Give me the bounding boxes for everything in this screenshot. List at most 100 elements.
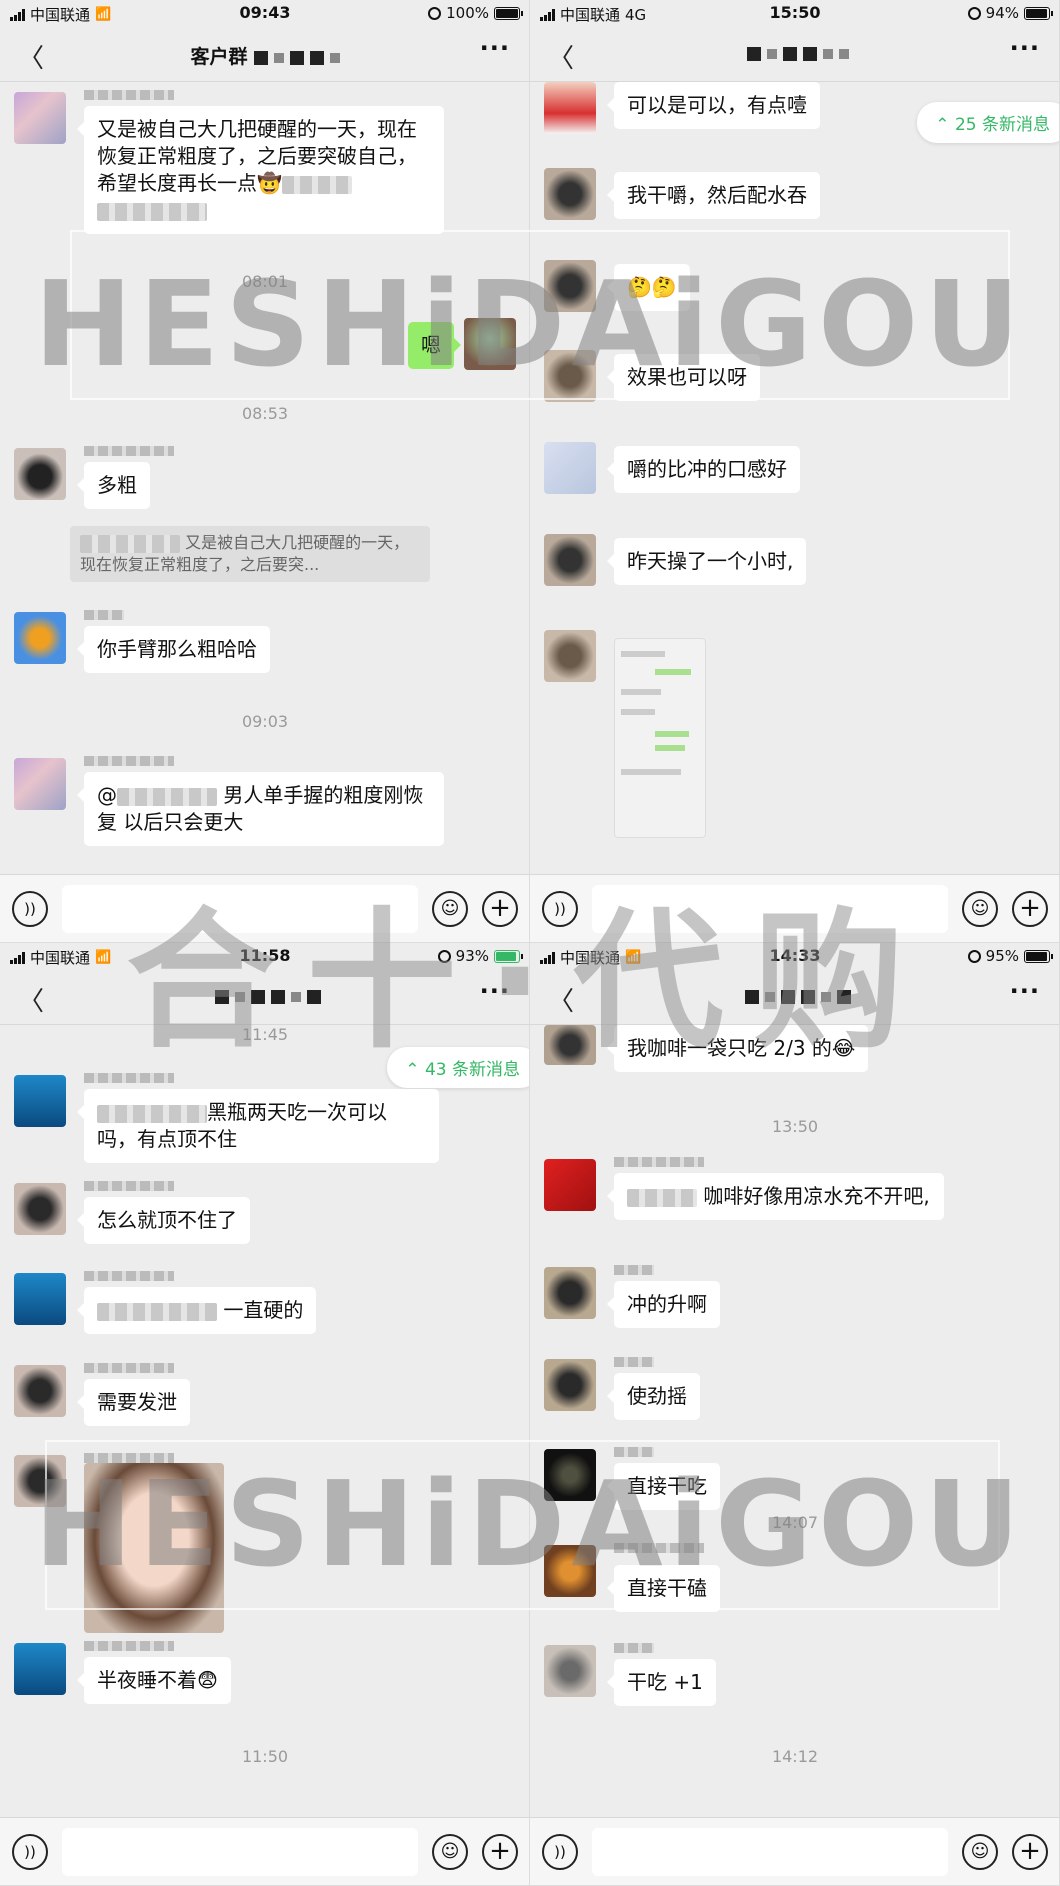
more-dots-icon[interactable]: ··· xyxy=(1010,977,1040,1005)
photo-image-message[interactable] xyxy=(84,1463,224,1633)
message-bubble[interactable]: 你手臂那么粗哈哈 xyxy=(77,626,270,673)
message-row: 咖啡好像用凉水充不开吧, xyxy=(544,1157,1046,1259)
message-bubble[interactable]: 怎么就顶不住了 xyxy=(77,1197,250,1244)
message-bubble-self[interactable]: 嗯 xyxy=(408,322,461,369)
more-dots-icon[interactable]: ··· xyxy=(480,977,510,1005)
avatar[interactable] xyxy=(14,1075,66,1127)
message-bubble[interactable]: @ 男人单手握的粗度刚恢复 以后只会更大 xyxy=(77,772,444,846)
status-bar: 中国联通 📶 11:58 93% xyxy=(0,943,529,971)
more-dots-icon[interactable]: ··· xyxy=(1010,34,1040,62)
avatar[interactable] xyxy=(544,630,596,682)
sender-name xyxy=(614,1265,654,1275)
avatar[interactable] xyxy=(544,1449,596,1501)
avatar[interactable] xyxy=(14,92,66,144)
plus-icon[interactable]: + xyxy=(1012,1834,1048,1870)
message-bubble[interactable]: 需要发泄 xyxy=(77,1379,190,1426)
avatar[interactable] xyxy=(544,168,596,220)
new-messages-badge[interactable]: ⌃ 25 条新消息 xyxy=(917,102,1059,143)
voice-icon[interactable]: )) xyxy=(12,1834,48,1870)
voice-icon[interactable]: )) xyxy=(542,1834,578,1870)
message-feed[interactable]: 11:45 ⌃ 43 条新消息 黑瓶两天吃一次可以吗，有点顶不住 怎么就顶不住了… xyxy=(0,1025,529,1818)
message-feed[interactable]: 可以是可以，有点噎 ⌃ 25 条新消息 我干嚼，然后配水吞 🤔🤔 效果也可以呀 … xyxy=(530,82,1059,875)
message-bubble[interactable]: 使劲摇 xyxy=(607,1373,700,1420)
avatar[interactable] xyxy=(14,1365,66,1417)
chat-header: 〈 ··· xyxy=(530,28,1059,82)
message-bubble[interactable]: 冲的升啊 xyxy=(607,1281,720,1328)
message-timestamp: 11:50 xyxy=(241,1747,289,1766)
message-bubble[interactable]: 半夜睡不着😨 xyxy=(77,1657,231,1704)
chat-header: 〈 ··· xyxy=(530,971,1059,1025)
battery-icon xyxy=(1024,6,1053,20)
message-feed[interactable]: 又是被自己大几把硬醒的一天，现在恢复正常粗度了，之后要突破自己，希望长度再长一点… xyxy=(0,82,529,875)
message-input[interactable] xyxy=(592,1828,948,1876)
message-bubble[interactable]: 咖啡好像用凉水充不开吧, xyxy=(607,1173,944,1220)
message-bubble[interactable]: 直接干吃 xyxy=(607,1463,720,1510)
message-bubble[interactable]: 多粗 xyxy=(77,462,150,509)
avatar[interactable] xyxy=(14,448,66,500)
message-bubble[interactable]: 又是被自己大几把硬醒的一天，现在恢复正常粗度了，之后要突破自己，希望长度再长一点… xyxy=(77,106,444,234)
chat-panel-top-right: 中国联通 4G 15:50 94% 〈 ··· 可以是可以，有点噎 ⌃ 25 条新… xyxy=(530,0,1060,943)
plus-icon[interactable]: + xyxy=(482,1834,518,1870)
chat-title xyxy=(0,985,529,1007)
battery-percent: 94% xyxy=(985,4,1019,22)
message-bubble[interactable]: 直接干磕 xyxy=(607,1565,720,1612)
avatar[interactable] xyxy=(14,1183,66,1235)
screenshot-image-message[interactable] xyxy=(614,638,706,838)
plus-icon[interactable]: + xyxy=(1012,891,1048,927)
message-bubble[interactable]: 我干嚼，然后配水吞 xyxy=(607,172,820,219)
emoji-icon[interactable]: ☺ xyxy=(962,891,998,927)
voice-icon[interactable]: )) xyxy=(12,891,48,927)
quoted-message[interactable]: 又是被自己大几把硬醒的一天，现在恢复正常粗度了，之后要突... xyxy=(70,526,430,582)
avatar[interactable] xyxy=(544,442,596,494)
avatar[interactable] xyxy=(14,1643,66,1695)
message-bubble[interactable]: 效果也可以呀 xyxy=(607,354,760,401)
emoji-icon[interactable]: ☺ xyxy=(432,891,468,927)
emoji-icon[interactable]: ☺ xyxy=(432,1834,468,1870)
avatar[interactable] xyxy=(544,1645,596,1697)
message-input[interactable] xyxy=(592,885,948,933)
more-dots-icon[interactable]: ··· xyxy=(480,34,510,62)
emoji-icon[interactable]: ☺ xyxy=(962,1834,998,1870)
avatar[interactable] xyxy=(544,1545,596,1597)
avatar[interactable] xyxy=(544,1267,596,1319)
message-timestamp: 13:50 xyxy=(771,1117,819,1136)
avatar[interactable] xyxy=(544,534,596,586)
message-timestamp: 14:12 xyxy=(771,1747,819,1766)
voice-icon[interactable]: )) xyxy=(542,891,578,927)
message-bubble[interactable]: 一直硬的 xyxy=(76,1287,317,1334)
avatar[interactable] xyxy=(544,1159,596,1211)
sender-name xyxy=(614,1357,654,1367)
sender-name xyxy=(84,1641,174,1651)
message-bubble[interactable]: 可以是可以，有点噎 xyxy=(607,82,820,129)
sender-name xyxy=(614,1543,704,1553)
message-bubble[interactable]: 嚼的比冲的口感好 xyxy=(607,446,800,493)
message-bubble[interactable]: 昨天操了一个小时, xyxy=(606,538,807,585)
message-timestamp: 09:03 xyxy=(241,712,289,731)
message-row: 怎么就顶不住了 xyxy=(14,1181,516,1253)
avatar[interactable] xyxy=(544,350,596,402)
avatar[interactable] xyxy=(14,612,66,664)
avatar[interactable] xyxy=(544,1359,596,1411)
status-bar: 中国联通 📶 09:43 100% xyxy=(0,0,529,28)
message-feed[interactable]: 我咖啡一袋只吃 2/3 的😂 13:50 咖啡好像用凉水充不开吧, 冲的升啊 使… xyxy=(530,1025,1059,1818)
chat-title xyxy=(530,985,1059,1007)
avatar-self[interactable] xyxy=(464,318,516,370)
message-bubble[interactable]: 🤔🤔 xyxy=(607,264,690,311)
avatar[interactable] xyxy=(544,82,596,134)
message-bubble[interactable]: 我咖啡一袋只吃 2/3 的😂 xyxy=(606,1025,869,1072)
message-input[interactable] xyxy=(62,885,418,933)
plus-icon[interactable]: + xyxy=(482,891,518,927)
status-bar: 中国联通 4G 15:50 94% xyxy=(530,0,1059,28)
avatar[interactable] xyxy=(544,260,596,312)
message-row: 嚼的比冲的口感好 xyxy=(544,442,1046,502)
message-timestamp: 11:45 xyxy=(241,1025,289,1044)
avatar[interactable] xyxy=(14,758,66,810)
avatar[interactable] xyxy=(544,1025,596,1065)
sender-name xyxy=(84,1363,174,1373)
avatar[interactable] xyxy=(14,1455,66,1507)
message-bubble[interactable]: 干吃 +1 xyxy=(607,1659,716,1706)
message-input[interactable] xyxy=(62,1828,418,1876)
chat-panel-bottom-left: 中国联通 📶 11:58 93% 〈 ··· 11:45 ⌃ 43 条新消息 黑瓶… xyxy=(0,943,530,1886)
avatar[interactable] xyxy=(14,1273,66,1325)
message-bubble[interactable]: 黑瓶两天吃一次可以吗，有点顶不住 xyxy=(77,1089,439,1163)
